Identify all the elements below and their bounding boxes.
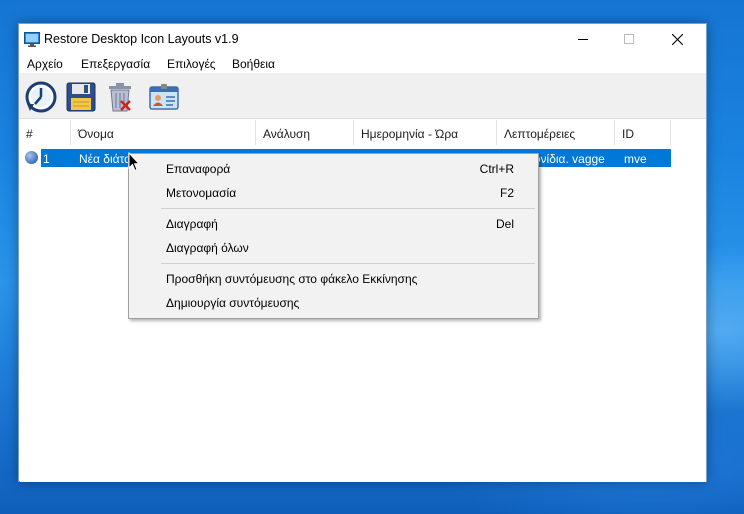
column-header-name[interactable]: Όνομα — [72, 120, 256, 145]
context-menu-separator — [161, 208, 535, 209]
context-menu-label: Προσθήκη συντόμευσης στο φάκελο Εκκίνηση… — [166, 272, 418, 286]
context-menu-label: Μετονομασία — [166, 186, 237, 200]
delete-trash-icon — [109, 83, 131, 112]
save-button[interactable] — [64, 80, 98, 114]
title-bar[interactable]: Restore Desktop Icon Layouts v1.9 — [19, 24, 706, 54]
context-menu-restore[interactable]: Επαναφορά Ctrl+R — [129, 158, 538, 180]
properties-id-card-icon — [149, 84, 179, 110]
window-title: Restore Desktop Icon Layouts v1.9 — [44, 32, 239, 46]
column-header-index[interactable]: # — [20, 120, 71, 145]
context-menu-label: Επαναφορά — [166, 162, 231, 176]
row-name: Νέα διάτα — [79, 152, 132, 166]
delete-button[interactable] — [103, 80, 137, 114]
column-header-details[interactable]: Λεπτομέρειες — [498, 120, 615, 145]
restore-clock-icon — [25, 81, 57, 113]
minimize-button[interactable] — [560, 24, 606, 54]
row-index: 1 — [43, 152, 50, 166]
menu-file[interactable]: Αρχείο — [27, 57, 63, 71]
minimize-icon — [578, 39, 588, 40]
context-menu-label: Διαγραφή — [166, 217, 218, 231]
context-menu: Επαναφορά Ctrl+R Μετονομασία F2 Διαγραφή… — [128, 153, 539, 319]
context-menu-delete[interactable]: Διαγραφή Del — [129, 213, 538, 235]
column-header-resolution[interactable]: Ανάλυση — [257, 120, 354, 145]
menu-bar: Αρχείο Επεξεργασία Επιλογές Βοήθεια — [19, 54, 706, 73]
app-monitor-icon — [24, 32, 40, 47]
row-id: mve — [624, 152, 647, 166]
column-header-datetime[interactable]: Ημερομηνία - Ώρα — [355, 120, 497, 145]
save-floppy-icon — [66, 82, 96, 112]
menu-help[interactable]: Βοήθεια — [232, 57, 275, 71]
row-status-icon — [25, 151, 38, 164]
context-menu-separator — [161, 263, 535, 264]
close-button[interactable] — [654, 24, 700, 54]
context-menu-shortcut: Del — [495, 217, 514, 231]
restore-button[interactable] — [24, 80, 58, 114]
mouse-cursor-icon — [128, 152, 140, 172]
menu-edit[interactable]: Επεξεργασία — [81, 57, 150, 71]
properties-button[interactable] — [147, 80, 181, 114]
context-menu-rename[interactable]: Μετονομασία F2 — [129, 182, 538, 204]
context-menu-delete-all[interactable]: Διαγραφή όλων — [129, 237, 538, 259]
toolbar — [19, 73, 706, 119]
row-details: κονίδια. vagge — [528, 152, 605, 166]
menu-options[interactable]: Επιλογές — [167, 57, 216, 71]
maximize-button[interactable] — [606, 24, 652, 54]
context-menu-label: Διαγραφή όλων — [166, 241, 249, 255]
column-header-id[interactable]: ID — [616, 120, 671, 145]
context-menu-label: Δημιουργία συντόμευσης — [166, 296, 300, 310]
context-menu-shortcut: F2 — [499, 186, 514, 200]
context-menu-create-shortcut[interactable]: Δημιουργία συντόμευσης — [129, 292, 538, 314]
context-menu-shortcut: Ctrl+R — [479, 162, 514, 176]
maximize-icon — [624, 34, 634, 44]
context-menu-add-startup-shortcut[interactable]: Προσθήκη συντόμευσης στο φάκελο Εκκίνηση… — [129, 268, 538, 290]
close-icon — [671, 33, 683, 45]
